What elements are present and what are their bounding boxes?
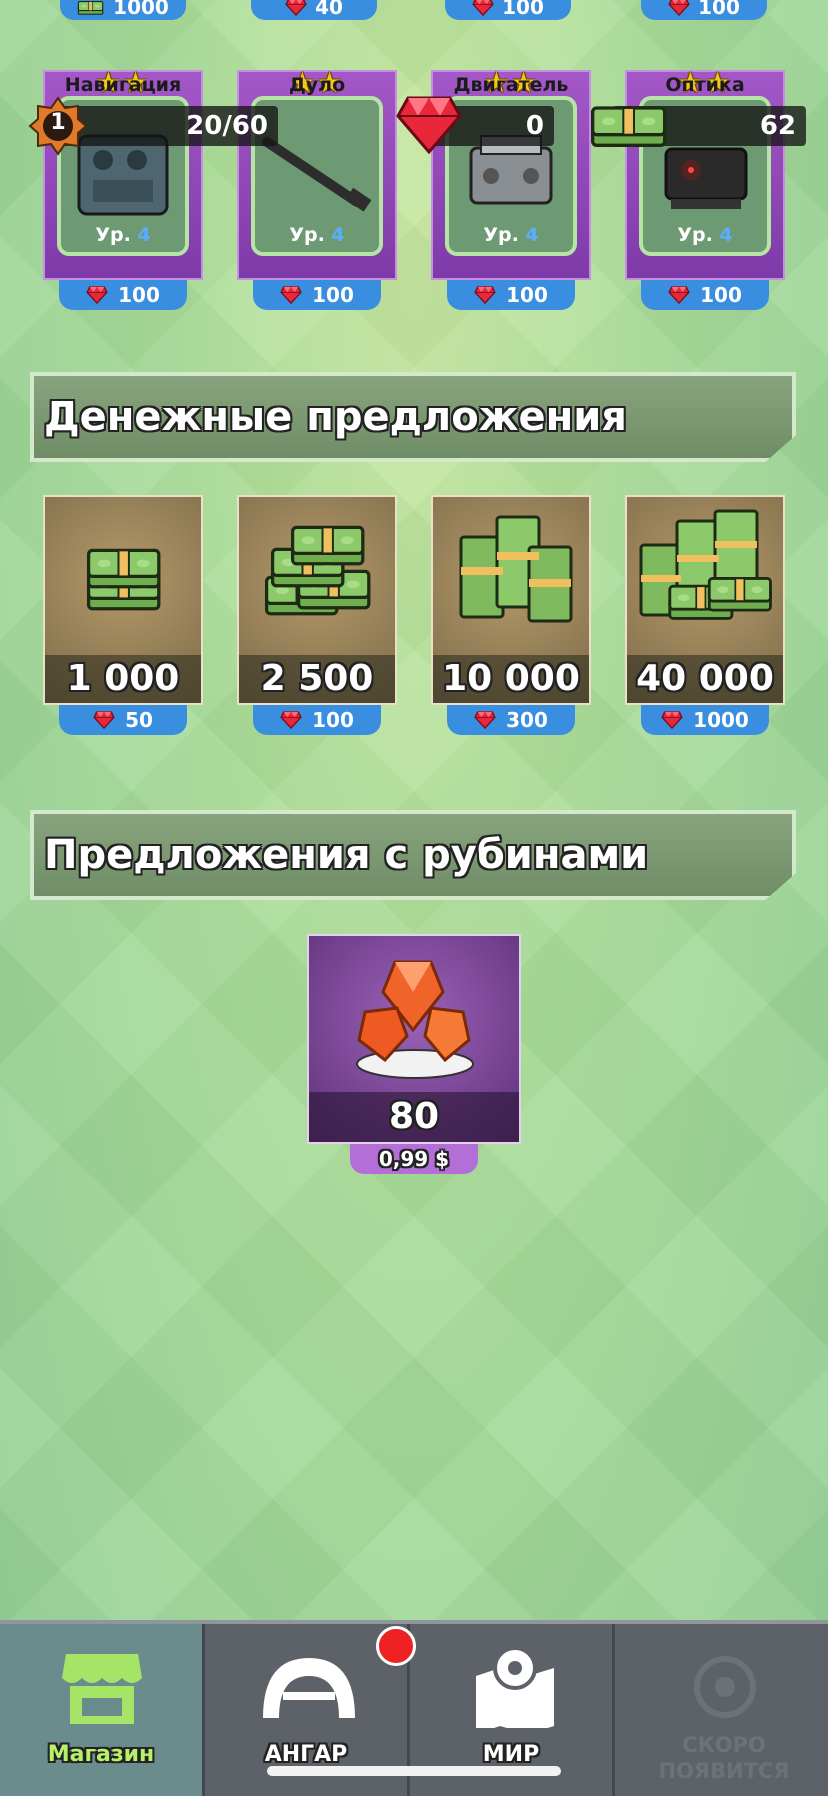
level-prefix: Ур. (677, 224, 713, 246)
ruby-pile-icon (356, 960, 474, 1079)
tab-coming-soon: СКОРО ПОЯВИТСЯ (620, 1624, 828, 1796)
price-value: 100 (118, 283, 160, 307)
level-value: 4 (525, 224, 539, 246)
money-offers-header: Денежные предложения (30, 372, 796, 462)
level-badge[interactable]: 1 (28, 96, 88, 156)
component-price-engine[interactable]: 100 (447, 280, 575, 310)
ruby-offer-card-1[interactable]: 80 (307, 934, 521, 1144)
cash-stack-icon (86, 548, 161, 611)
level-value: 4 (331, 224, 345, 246)
price-value: 300 (506, 708, 548, 732)
xp-bar: 20/60 (56, 106, 278, 146)
top-price-tag-1[interactable]: 1000 (60, 0, 186, 20)
ruby-amount: 80 (309, 1092, 519, 1142)
top-price-value: 1000 (113, 0, 169, 19)
component-name: Навигация (64, 74, 182, 96)
ruby-icon (474, 286, 496, 304)
level-value: 4 (137, 224, 151, 246)
ruby-icon (285, 0, 307, 16)
coming-soon-icon (694, 1656, 756, 1718)
component-level: Ур. 4 (449, 224, 573, 246)
money-count: 62 (759, 111, 796, 141)
cash-stack-icon (639, 509, 772, 620)
level-prefix: Ур. (95, 224, 131, 246)
ruby-icon (668, 0, 690, 16)
ruby-icon (661, 711, 683, 729)
top-price-tag-3[interactable]: 100 (445, 0, 571, 20)
component-price-navigation[interactable]: 100 (59, 280, 187, 310)
ruby-icon (396, 96, 462, 155)
ruby-icon (280, 286, 302, 304)
section-title: Предложения с рубинами (44, 832, 649, 878)
ruby-icon (86, 286, 108, 304)
level-prefix: Ур. (289, 224, 325, 246)
ruby-icon (472, 0, 494, 16)
top-price-value: 40 (315, 0, 343, 19)
price-value: 50 (125, 708, 153, 732)
component-name: Дуло (288, 74, 346, 96)
level-value: 4 (719, 224, 733, 246)
money-amount: 1 000 (45, 655, 201, 703)
price-value: 100 (312, 283, 354, 307)
component-level: Ур. 4 (255, 224, 379, 246)
top-price-tag-4[interactable]: 100 (641, 0, 767, 20)
tab-label: АНГАР (264, 1742, 348, 1767)
level-prefix: Ур. (483, 224, 519, 246)
top-price-value: 100 (698, 0, 740, 19)
rubies-count: 0 (525, 111, 544, 141)
cash-icon (590, 106, 667, 148)
map-icon (476, 1646, 554, 1728)
price-value: 100 (700, 283, 742, 307)
home-indicator[interactable] (267, 1766, 561, 1776)
level-number: 1 (50, 110, 66, 135)
xp-text: 20/60 (186, 111, 268, 141)
price-value: 1000 (693, 708, 749, 732)
money-offer-card-3[interactable]: 10 000 (431, 495, 591, 705)
cash-stack-icon (264, 525, 371, 616)
component-price-barrel[interactable]: 100 (253, 280, 381, 310)
ruby-offers-header: Предложения с рубинами (30, 810, 796, 900)
price-value: 100 (312, 708, 354, 732)
notification-badge (376, 1626, 416, 1666)
component-card-barrel[interactable]: ★★ Дуло Ур. 4 (237, 66, 397, 280)
money-offer-card-2[interactable]: 2 500 (237, 495, 397, 705)
ruby-icon (280, 711, 302, 729)
money-offer-card-4[interactable]: 40 000 (625, 495, 785, 705)
money-offer-price-1[interactable]: 50 (59, 705, 187, 735)
money-offer-price-2[interactable]: 100 (253, 705, 381, 735)
money-amount: 2 500 (239, 655, 395, 703)
ruby-offer-price-1[interactable]: 0,99 $ (350, 1144, 478, 1174)
component-level: Ур. 4 (643, 224, 767, 246)
tab-label: СКОРО ПОЯВИТСЯ (658, 1733, 790, 1783)
money-amount: 40 000 (627, 655, 783, 703)
top-price-tag-2[interactable]: 40 (251, 0, 377, 20)
ruby-icon (474, 711, 496, 729)
price-value: 100 (506, 283, 548, 307)
cash-stack-icon (459, 515, 573, 623)
shop-icon (62, 1654, 142, 1724)
top-price-value: 100 (502, 0, 544, 19)
component-price-optics[interactable]: 100 (641, 280, 769, 310)
hangar-icon (263, 1658, 355, 1718)
cash-icon (77, 0, 105, 16)
money-offer-price-4[interactable]: 1000 (641, 705, 769, 735)
money-amount: 10 000 (433, 655, 589, 703)
money-offer-card-1[interactable]: 1 000 (43, 495, 203, 705)
section-title: Денежные предложения (44, 394, 627, 440)
component-level: Ур. 4 (61, 224, 185, 246)
tab-label: МИР (482, 1742, 540, 1767)
money-offer-price-3[interactable]: 300 (447, 705, 575, 735)
tab-label: Магазин (47, 1742, 155, 1767)
tab-shop[interactable]: Магазин (0, 1624, 205, 1796)
ruby-icon (93, 711, 115, 729)
ruby-icon (668, 286, 690, 304)
